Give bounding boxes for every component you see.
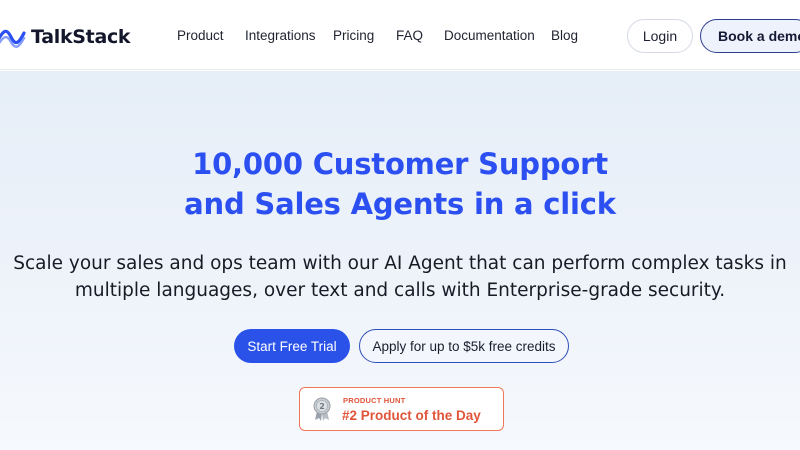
- nav-item-product[interactable]: Product: [177, 28, 224, 43]
- book-demo-button[interactable]: Book a demo: [700, 19, 800, 53]
- product-hunt-badge[interactable]: 2 PRODUCT HUNT #2 Product of the Day: [299, 387, 504, 431]
- hero-subtitle: Scale your sales and ops team with our A…: [0, 250, 800, 304]
- hero-title: 10,000 Customer Support and Sales Agents…: [0, 144, 800, 224]
- apply-credits-button[interactable]: Apply for up to $5k free credits: [359, 329, 569, 363]
- top-navigation-bar: TalkStack Product Integrations Pricing F…: [0, 0, 800, 70]
- product-hunt-title: #2 Product of the Day: [342, 408, 481, 423]
- hero-title-line-1: 10,000 Customer Support: [192, 147, 608, 181]
- nav-item-documentation[interactable]: Documentation: [444, 28, 535, 43]
- medal-number: 2: [319, 402, 325, 411]
- hero-subtitle-line-1: Scale your sales and ops team with our A…: [13, 253, 787, 274]
- brand-name: TalkStack: [31, 26, 131, 48]
- brand-wave-icon: [0, 29, 26, 48]
- hero-section: 10,000 Customer Support and Sales Agents…: [0, 71, 800, 450]
- hero-subtitle-line-2: multiple languages, over text and calls …: [74, 280, 726, 301]
- start-free-trial-button[interactable]: Start Free Trial: [234, 329, 350, 363]
- brand-logo[interactable]: TalkStack: [0, 24, 131, 50]
- nav-item-integrations[interactable]: Integrations: [245, 28, 316, 43]
- medal-icon: 2: [313, 397, 331, 421]
- login-button[interactable]: Login: [627, 19, 693, 53]
- hero-title-line-2: and Sales Agents in a click: [184, 187, 616, 221]
- product-hunt-kicker: PRODUCT HUNT: [343, 396, 406, 405]
- nav-item-pricing[interactable]: Pricing: [333, 28, 374, 43]
- nav-item-blog[interactable]: Blog: [551, 28, 578, 43]
- nav-item-faq[interactable]: FAQ: [396, 28, 423, 43]
